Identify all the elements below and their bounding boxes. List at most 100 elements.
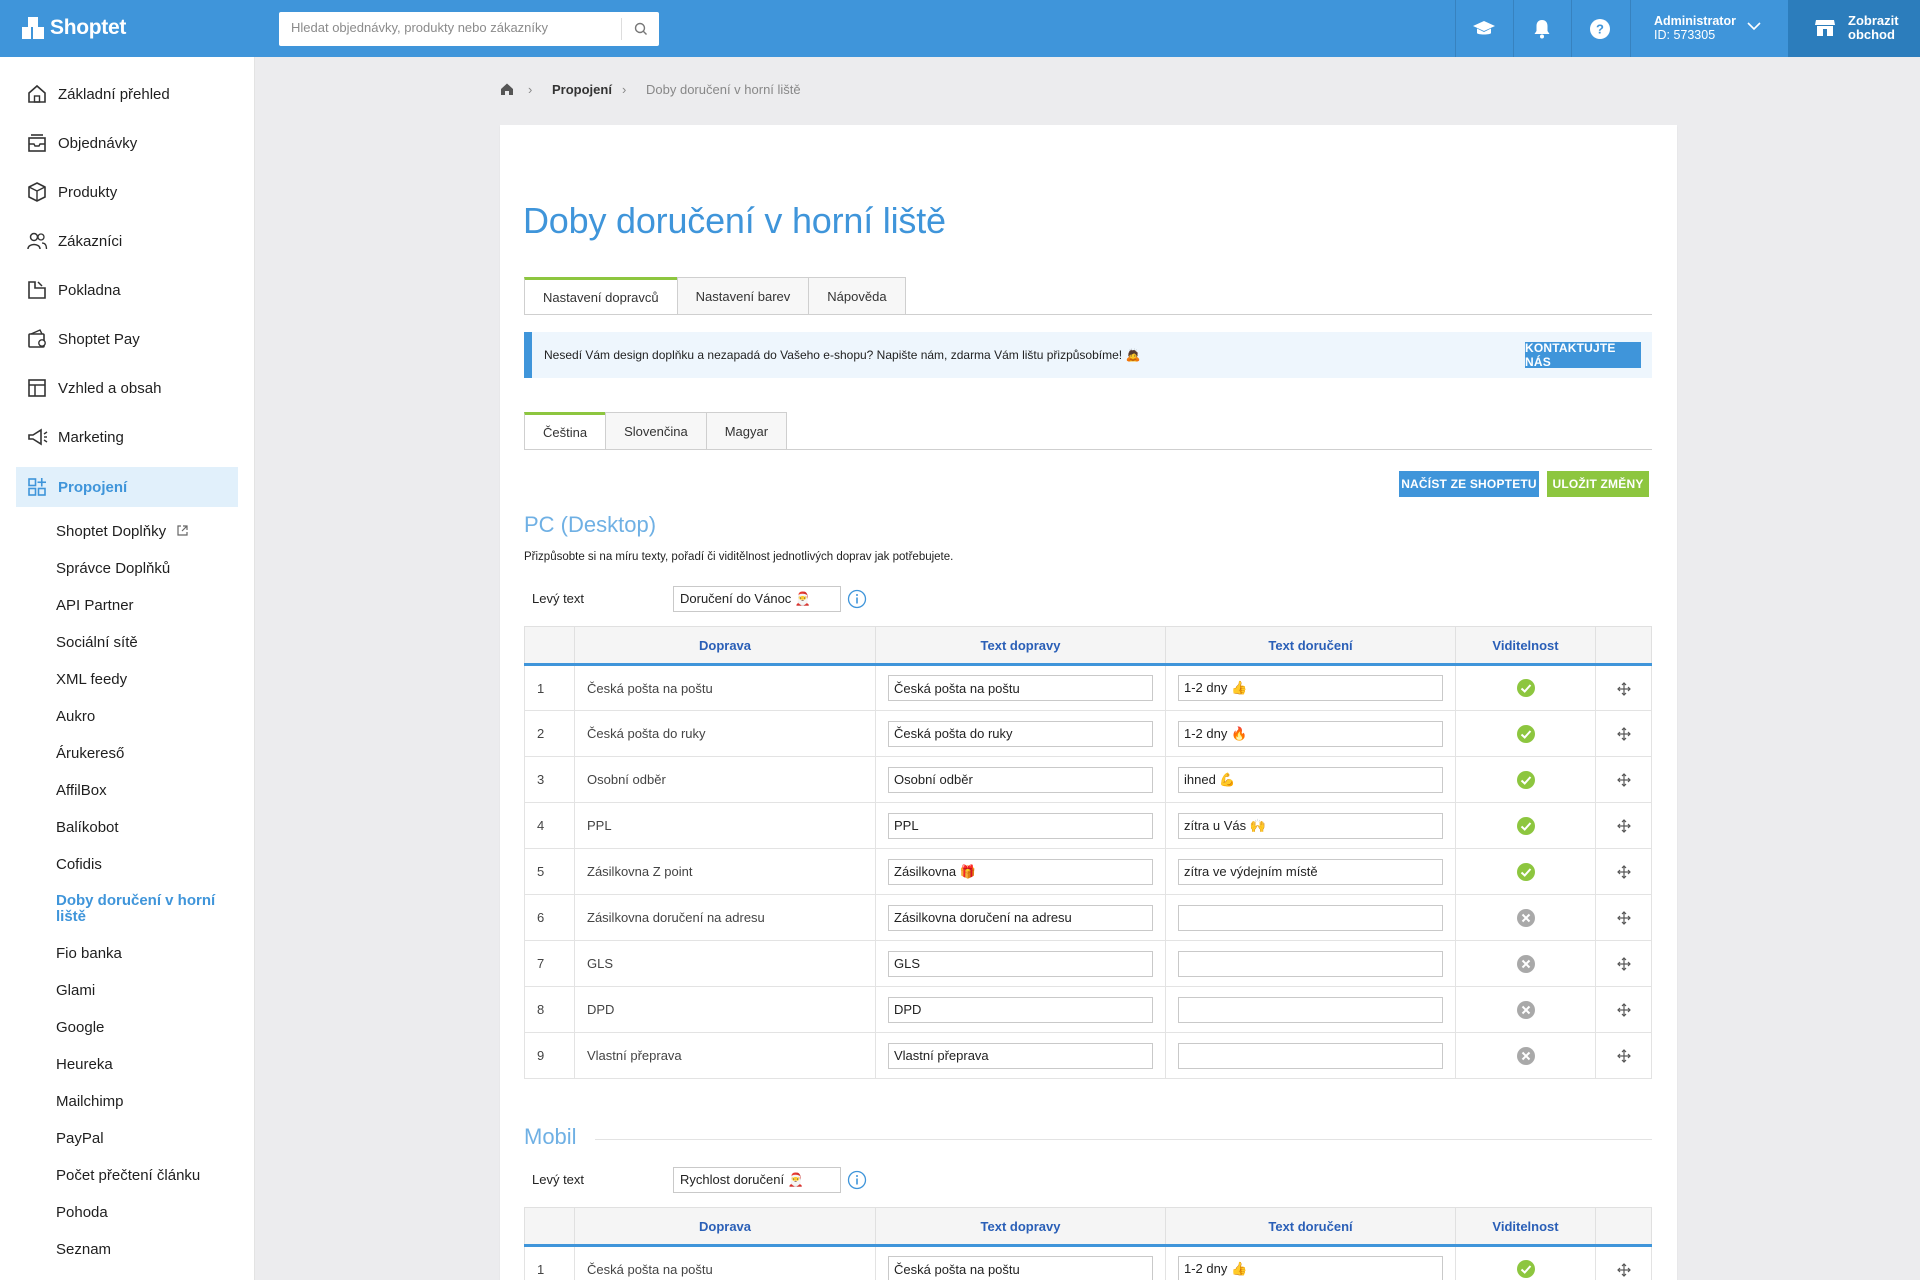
delivery-text-input[interactable] <box>1178 858 1443 885</box>
delivery-text-input[interactable] <box>1178 720 1443 747</box>
table-row: 8 DPD <box>524 986 1652 1033</box>
search-button[interactable] <box>621 18 659 40</box>
tab-help[interactable]: Nápověda <box>808 277 906 315</box>
visibility-toggle[interactable] <box>1516 679 1536 697</box>
subitem-article-reads[interactable]: Počet přečtení článku <box>56 1168 231 1184</box>
sidebar-item-shoptet-pay[interactable]: Shoptet Pay <box>16 319 238 359</box>
check-circle-icon <box>1516 1260 1535 1278</box>
subitem-affilbox[interactable]: AffilBox <box>56 783 231 799</box>
visibility-toggle[interactable] <box>1516 1260 1536 1278</box>
drag-handle-icon[interactable] <box>1616 957 1631 972</box>
sidebar-item-orders[interactable]: Objednávky <box>16 123 238 163</box>
visibility-toggle[interactable] <box>1516 954 1536 973</box>
home-icon[interactable] <box>500 82 514 96</box>
subitem-paypal[interactable]: PayPal <box>56 1131 231 1147</box>
drag-handle-icon[interactable] <box>1616 865 1631 880</box>
tab-slovak[interactable]: Slovenčina <box>605 412 706 450</box>
search-input[interactable] <box>291 20 611 35</box>
tab-carrier-settings[interactable]: Nastavení dopravců <box>524 277 677 315</box>
help-button[interactable]: ? <box>1585 14 1615 44</box>
load-from-shoptet-button[interactable]: NAČÍST ZE SHOPTETU <box>1399 471 1539 497</box>
subitem-google[interactable]: Google <box>56 1020 231 1036</box>
subitem-xml-feeds[interactable]: XML feedy <box>56 672 231 688</box>
subitem-cofidis[interactable]: Cofidis <box>56 857 231 873</box>
subitem-seznam[interactable]: Seznam <box>56 1242 231 1258</box>
sidebar-item-customers[interactable]: Zákazníci <box>16 221 238 261</box>
carrier-text-input[interactable] <box>888 996 1153 1023</box>
drag-handle-icon[interactable] <box>1616 911 1631 926</box>
visibility-toggle[interactable] <box>1516 770 1536 789</box>
drag-handle-icon[interactable] <box>1616 819 1631 834</box>
delivery-text-input[interactable] <box>1178 950 1443 977</box>
col-delivery-text: Text doručení <box>1165 626 1456 666</box>
drag-handle-icon[interactable] <box>1616 773 1631 788</box>
visibility-toggle[interactable] <box>1516 724 1536 743</box>
drag-handle-icon[interactable] <box>1616 1262 1631 1277</box>
subitem-delivery-times[interactable]: Doby doručení v horní liště <box>56 893 231 925</box>
info-icon[interactable] <box>847 1170 867 1190</box>
subitem-addon-manager[interactable]: Správce Doplňků <box>56 561 231 577</box>
notifications-button[interactable] <box>1527 14 1557 44</box>
visibility-toggle[interactable] <box>1516 1046 1536 1065</box>
carrier-text-input[interactable] <box>888 720 1153 747</box>
carrier-text-input[interactable] <box>888 1042 1153 1069</box>
carrier-text-input[interactable] <box>888 675 1153 701</box>
academy-button[interactable] <box>1469 14 1499 44</box>
drag-handle-icon[interactable] <box>1616 1003 1631 1018</box>
drag-handle-icon[interactable] <box>1616 1049 1631 1064</box>
visibility-toggle[interactable] <box>1516 862 1536 881</box>
subitem-balikobot[interactable]: Balíkobot <box>56 820 231 836</box>
breadcrumb-parent[interactable]: Propojení <box>552 82 612 97</box>
subitem-aukro[interactable]: Aukro <box>56 709 231 725</box>
delivery-text-input[interactable] <box>1178 675 1443 701</box>
visibility-toggle[interactable] <box>1516 908 1536 927</box>
subitem-fio-banka[interactable]: Fio banka <box>56 946 231 962</box>
subitem-pohoda[interactable]: Pohoda <box>56 1205 231 1221</box>
carrier-text-input[interactable] <box>888 766 1153 793</box>
subitem-api-partner[interactable]: API Partner <box>56 598 231 614</box>
carrier-text-input[interactable] <box>888 812 1153 839</box>
mobile-carriers-table: Doprava Text dopravy Text doručení Vidit… <box>524 1207 1652 1280</box>
check-circle-icon <box>1516 679 1535 697</box>
sidebar-item-marketing[interactable]: Marketing <box>16 417 238 457</box>
view-shop-button[interactable]: Zobrazit obchod <box>1788 0 1920 57</box>
tab-hungarian[interactable]: Magyar <box>705 412 788 450</box>
shoptet-logo[interactable]: Shoptet <box>22 16 126 40</box>
drag-handle-icon[interactable] <box>1616 681 1631 696</box>
carrier-text-input[interactable] <box>888 950 1153 977</box>
delivery-text-input[interactable] <box>1178 1256 1443 1280</box>
info-icon[interactable] <box>847 589 867 609</box>
sidebar-item-overview[interactable]: Základní přehled <box>16 74 238 114</box>
sidebar-item-integrations[interactable]: Propojení <box>16 467 238 507</box>
visibility-toggle[interactable] <box>1516 1000 1536 1019</box>
contact-us-button[interactable]: KONTAKTUJTE NÁS <box>1525 341 1641 369</box>
delivery-text-input[interactable] <box>1178 766 1443 793</box>
subitem-mailchimp[interactable]: Mailchimp <box>56 1094 231 1110</box>
left-text-input[interactable] <box>673 586 841 612</box>
delivery-text-input[interactable] <box>1178 904 1443 931</box>
carrier-text-input[interactable] <box>888 1256 1153 1280</box>
subitem-shoptet-addons[interactable]: Shoptet Doplňky <box>56 524 231 540</box>
tab-czech[interactable]: Čeština <box>524 412 606 450</box>
sidebar-item-register[interactable]: Pokladna <box>16 270 238 310</box>
save-changes-button[interactable]: ULOŽIT ZMĚNY <box>1547 471 1649 497</box>
carrier-text-input[interactable] <box>888 858 1153 885</box>
subitem-heureka[interactable]: Heureka <box>56 1057 231 1073</box>
subitem-arukereso[interactable]: Árukereső <box>56 746 231 762</box>
subitem-social[interactable]: Sociální sítě <box>56 635 231 651</box>
delivery-text-input[interactable] <box>1178 996 1443 1023</box>
admin-menu[interactable]: Administrator ID: 573305 <box>1654 14 1736 42</box>
carrier-text-input[interactable] <box>888 904 1153 931</box>
mobile-left-text-input[interactable] <box>673 1167 841 1193</box>
visibility-toggle[interactable] <box>1516 816 1536 835</box>
carrier-name: DPD <box>574 986 876 1033</box>
delivery-text-input[interactable] <box>1178 812 1443 839</box>
subitem-glami[interactable]: Glami <box>56 983 231 999</box>
tab-color-settings[interactable]: Nastavení barev <box>676 277 809 315</box>
check-circle-icon <box>1516 816 1535 835</box>
sidebar-item-appearance[interactable]: Vzhled a obsah <box>16 368 238 408</box>
delivery-text-input[interactable] <box>1178 1042 1443 1069</box>
drag-handle-icon[interactable] <box>1616 727 1631 742</box>
chevron-down-icon[interactable] <box>1746 20 1762 32</box>
sidebar-item-products[interactable]: Produkty <box>16 172 238 212</box>
